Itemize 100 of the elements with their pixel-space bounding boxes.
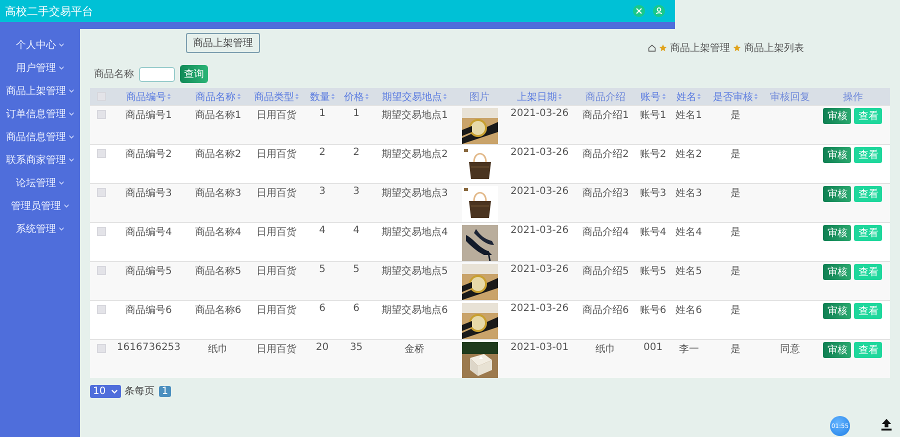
table-cell: 2021-03-26 <box>510 225 569 236</box>
review-button[interactable]: 审核 <box>823 108 852 124</box>
table-cell: 2021-03-26 <box>510 108 569 119</box>
table-cell: 账号2 <box>640 149 666 160</box>
column-header: 操作 <box>842 90 863 104</box>
sort-icon[interactable] <box>697 93 702 100</box>
review-button[interactable]: 审核 <box>823 264 852 280</box>
table-cell: 期望交易地点5 <box>382 266 448 277</box>
row-checkbox[interactable] <box>96 188 106 197</box>
caret-icon <box>110 388 118 394</box>
sort-icon[interactable] <box>167 93 172 100</box>
sort-icon[interactable] <box>294 93 299 100</box>
sidebar-item[interactable]: 联系商家管理 <box>6 152 74 167</box>
table-cell: 商品介绍5 <box>582 266 629 277</box>
column-header: 商品介绍 <box>586 90 626 104</box>
table-cell: 商品名称5 <box>194 266 242 277</box>
section-button[interactable]: 商品上架管理 <box>186 33 260 53</box>
review-button[interactable]: 审核 <box>823 342 852 358</box>
row-checkbox[interactable] <box>96 266 106 275</box>
table-cell: 日用百货 <box>256 188 296 199</box>
sort-icon[interactable] <box>662 93 666 100</box>
sidebar-item[interactable]: 用户管理 <box>16 60 64 75</box>
sort-icon[interactable] <box>754 93 758 100</box>
row-checkbox[interactable] <box>96 110 106 119</box>
review-button[interactable]: 审核 <box>823 147 852 163</box>
row-checkbox[interactable] <box>96 149 106 158</box>
star-icon <box>733 44 741 52</box>
sidebar-item[interactable]: 个人中心 <box>16 37 64 52</box>
row-checkbox[interactable] <box>96 344 106 353</box>
table-cell: 商品编号6 <box>126 305 172 316</box>
table-cell: 纸巾 <box>596 344 616 355</box>
sort-icon[interactable] <box>558 93 562 100</box>
row-checkbox[interactable] <box>96 305 106 314</box>
table-cell: 期望交易地点6 <box>382 305 448 316</box>
table-cell: 姓名5 <box>676 266 702 277</box>
fullscreen-icon[interactable] <box>633 5 645 17</box>
review-button[interactable]: 审核 <box>823 303 852 319</box>
table-cell: 商品介绍1 <box>582 110 629 121</box>
table-cell: 商品编号4 <box>126 227 172 238</box>
sidebar-item[interactable]: 商品信息管理 <box>6 129 74 144</box>
table-cell: 是 <box>730 149 740 160</box>
table-cell: 期望交易地点4 <box>382 227 448 238</box>
table-cell: 期望交易地点3 <box>382 188 448 199</box>
search-button[interactable]: 查询 <box>180 65 208 83</box>
sort-icon[interactable] <box>236 93 241 100</box>
table-cell: 3 <box>353 186 360 197</box>
breadcrumb-item[interactable]: 商品上架管理 <box>670 41 730 55</box>
row-checkbox[interactable] <box>96 227 106 236</box>
table-cell: 账号3 <box>640 188 666 199</box>
table-cell: 同意 <box>780 344 800 355</box>
breadcrumb-item[interactable]: 商品上架列表 <box>744 41 804 55</box>
table-cell: 是 <box>730 266 740 277</box>
caret-icon <box>69 88 74 92</box>
caret-icon <box>59 66 64 70</box>
column-header: 审核回复 <box>770 90 810 104</box>
table-cell: 账号5 <box>640 266 666 277</box>
table-cell: 5 <box>353 264 360 275</box>
table-cell: 商品编号2 <box>126 149 172 160</box>
sort-icon[interactable] <box>364 93 369 100</box>
star-icon <box>659 44 667 52</box>
table-cell: 账号4 <box>640 227 666 238</box>
table-cell: 商品名称2 <box>194 149 242 160</box>
table-cell: 是 <box>730 305 740 316</box>
table-cell: 是 <box>730 227 740 238</box>
sidebar-item[interactable]: 商品上架管理 <box>6 83 74 98</box>
sort-icon[interactable] <box>443 93 448 100</box>
table-cell: 姓名3 <box>676 188 702 199</box>
page-number[interactable]: 1 <box>158 386 172 396</box>
table-cell: 001 <box>644 342 663 353</box>
table-cell: 商品名称6 <box>194 305 242 316</box>
table-cell: 2021-03-26 <box>510 303 569 314</box>
table-cell: 是 <box>730 344 740 355</box>
table-cell: 商品编号1 <box>126 110 172 121</box>
table-cell: 商品介绍6 <box>582 305 629 316</box>
table-cell: 期望交易地点1 <box>382 110 448 121</box>
sidebar-item[interactable]: 系统管理 <box>16 221 64 236</box>
page-size-select[interactable]: 10 <box>90 384 121 398</box>
table-cell: 姓名4 <box>676 227 702 238</box>
table-cell: 姓名1 <box>676 110 702 121</box>
sidebar-item[interactable]: 订单信息管理 <box>6 106 74 121</box>
table-cell: 姓名6 <box>676 305 702 316</box>
search-field[interactable] <box>139 66 175 82</box>
search-label: 商品名称 <box>94 68 134 81</box>
upload-icon[interactable] <box>880 418 893 431</box>
table-cell: 商品名称3 <box>194 188 242 199</box>
table-cell: 日用百货 <box>256 344 296 355</box>
home-icon[interactable] <box>648 44 656 52</box>
table-cell: 2021-03-26 <box>510 147 569 158</box>
sidebar-item[interactable]: 管理员管理 <box>11 198 69 213</box>
user-icon[interactable] <box>653 5 665 17</box>
table-cell: 商品名称1 <box>194 110 242 121</box>
table-cell: 姓名2 <box>676 149 702 160</box>
table-cell: 李一 <box>678 344 699 355</box>
table-cell: 日用百货 <box>256 305 296 316</box>
table-cell: 6 <box>353 303 360 314</box>
caret-icon <box>69 134 74 138</box>
sidebar-item[interactable]: 论坛管理 <box>16 175 64 190</box>
sort-icon[interactable] <box>330 93 335 100</box>
review-button[interactable]: 审核 <box>823 225 852 241</box>
review-button[interactable]: 审核 <box>823 186 852 202</box>
